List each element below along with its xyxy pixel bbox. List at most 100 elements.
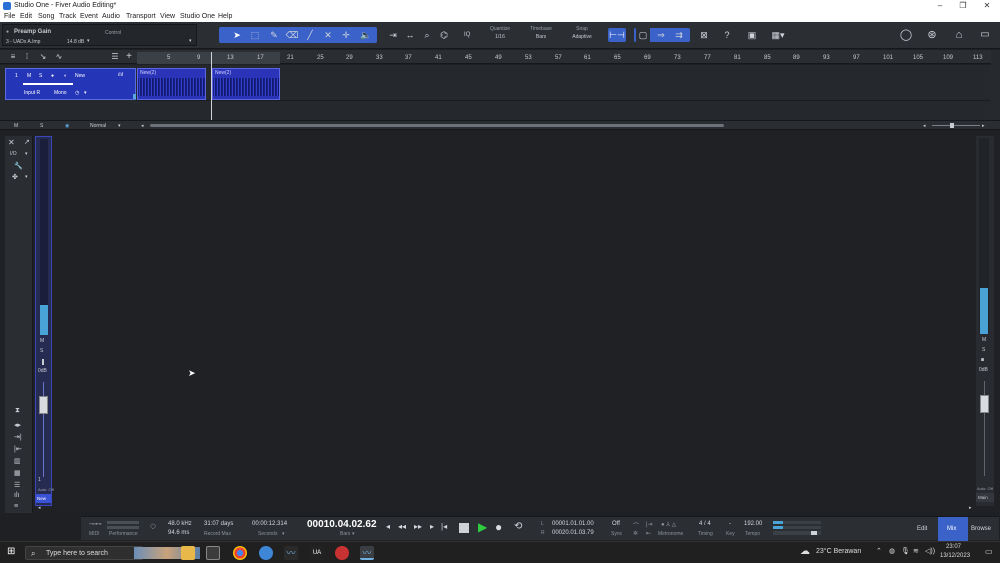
- menu-transport[interactable]: Transport: [126, 13, 156, 20]
- tab-browse[interactable]: Browse: [968, 517, 999, 541]
- add-track-icon[interactable]: +: [122, 50, 136, 64]
- edge-icon[interactable]: [259, 546, 273, 560]
- panel-io-icon[interactable]: ◂▸: [14, 421, 21, 429]
- windows-start-icon[interactable]: ⊞: [7, 546, 15, 557]
- plug-icon[interactable]: ✤: [12, 173, 18, 181]
- grid-settings-icon[interactable]: ▦▾: [767, 28, 789, 42]
- bars-time[interactable]: 00010.04.02.62: [307, 519, 377, 530]
- weather-text[interactable]: 23°C Berawan: [816, 548, 861, 555]
- audio-clip[interactable]: New(2): [137, 68, 206, 100]
- fast-forward-icon[interactable]: ▸▸: [414, 522, 422, 531]
- ua-connect-icon[interactable]: UA: [310, 546, 324, 560]
- help-button[interactable]: ?: [720, 28, 734, 42]
- track-name[interactable]: New: [75, 73, 85, 79]
- metronome-icon[interactable]: ● ⅄ ◬: [661, 521, 676, 528]
- loop-start[interactable]: 00001.01.01.00: [552, 521, 594, 527]
- split-tool-icon[interactable]: ✎: [267, 28, 281, 42]
- menu-audio[interactable]: Audio: [102, 13, 120, 20]
- mode-selector[interactable]: Normal: [90, 123, 106, 129]
- loop-playback-icon[interactable]: ⇉: [672, 28, 686, 42]
- clock-date[interactable]: 13/12/2023: [940, 553, 970, 559]
- follow-icon[interactable]: ⇒: [654, 28, 668, 42]
- zoom-in-icon[interactable]: ▸: [982, 123, 985, 129]
- list-icon[interactable]: ≡: [14, 503, 18, 510]
- chrome-icon[interactable]: [233, 546, 247, 560]
- plug-dropdown-icon[interactable]: ▾: [25, 174, 28, 180]
- console-scroll-right-icon[interactable]: ▸: [969, 505, 972, 511]
- io-dropdown-icon[interactable]: ▾: [25, 151, 28, 157]
- track-mute-button[interactable]: M: [27, 73, 31, 79]
- previous-marker-icon[interactable]: ◂: [386, 522, 390, 531]
- footer-mute-button[interactable]: M: [14, 123, 18, 129]
- studio-one-logo-icon[interactable]: ⊛: [925, 28, 939, 42]
- return-to-zero-icon[interactable]: |◂: [441, 522, 447, 531]
- mute-tool-icon[interactable]: ✕: [321, 28, 335, 42]
- main-name-plate[interactable]: Main: [976, 493, 994, 502]
- menu-event[interactable]: Event: [80, 13, 98, 20]
- user-icon[interactable]: ◯: [899, 28, 913, 42]
- listen-tool-icon[interactable]: 🔈: [359, 28, 373, 42]
- track-options-dropdown-icon[interactable]: ▾: [84, 90, 87, 96]
- menu-edit[interactable]: Edit: [20, 13, 32, 20]
- network-icon[interactable]: ◍: [889, 547, 895, 555]
- autoscroll-icon[interactable]: ⇥: [386, 28, 400, 42]
- timebase-selector[interactable]: Timebase Bars: [522, 26, 560, 44]
- iq-label[interactable]: IQ: [464, 32, 470, 38]
- footer-solo-button[interactable]: S: [40, 123, 43, 129]
- menu-view[interactable]: View: [160, 13, 175, 20]
- menu-song[interactable]: Song: [38, 13, 54, 20]
- pre-roll-icon[interactable]: ⇤: [646, 530, 651, 537]
- main-volume-handle[interactable]: [811, 531, 817, 535]
- bars-dropdown-icon[interactable]: ▾: [352, 531, 355, 537]
- bars-label[interactable]: Bars: [340, 531, 350, 537]
- pan-indicator[interactable]: [42, 359, 44, 365]
- tools-icon[interactable]: 🔧: [14, 162, 23, 170]
- control-dropdown-icon[interactable]: ▾: [189, 38, 192, 44]
- menu-icon[interactable]: ≡: [6, 50, 20, 64]
- wifi-icon[interactable]: ≋: [913, 547, 919, 555]
- track-mode[interactable]: Mono: [54, 90, 67, 96]
- home-icon[interactable]: ⌂: [952, 28, 966, 42]
- track-list-icon[interactable]: ⁞: [20, 50, 34, 64]
- range-tool-icon[interactable]: ⬚: [248, 28, 262, 42]
- zoom-icon[interactable]: ⌕: [420, 28, 434, 42]
- metronome-settings-icon[interactable]: ✲: [633, 530, 638, 537]
- menu-file[interactable]: File: [4, 13, 15, 20]
- arrow-tool-icon[interactable]: ➤: [230, 28, 244, 42]
- zoom-out-icon[interactable]: ◂: [923, 123, 926, 129]
- main-solo-button[interactable]: S: [982, 347, 985, 353]
- sync-value[interactable]: Off: [612, 521, 620, 527]
- main-mute-button[interactable]: M: [982, 337, 986, 343]
- studio-one-taskbar-icon[interactable]: 〰: [284, 546, 298, 560]
- studio-one-active-icon[interactable]: 〰: [360, 546, 374, 560]
- track-input[interactable]: Input R: [24, 90, 40, 96]
- eraser-tool-icon[interactable]: ⌫: [285, 28, 299, 42]
- main-automation[interactable]: Auto: Off: [977, 486, 993, 491]
- track-volume-slider[interactable]: [23, 83, 73, 85]
- mono-icon[interactable]: ◙: [981, 357, 984, 363]
- clock-time[interactable]: 23:07: [946, 544, 961, 550]
- loop-button[interactable]: ⟲: [514, 521, 522, 532]
- menu-help[interactable]: Help: [218, 13, 232, 20]
- main-fader-knob[interactable]: [980, 395, 989, 413]
- play-button[interactable]: ▶: [478, 520, 487, 534]
- menu-track[interactable]: Track: [59, 13, 76, 20]
- input-icon[interactable]: ⇥|: [14, 433, 22, 441]
- timing-value[interactable]: 4 / 4: [699, 521, 711, 527]
- channel-name-plate[interactable]: New: [36, 494, 51, 503]
- seconds-label[interactable]: Seconds: [258, 531, 277, 537]
- close-console-icon[interactable]: ✕: [8, 138, 15, 147]
- main-volume-slider[interactable]: [773, 531, 821, 535]
- notifications-icon[interactable]: ▭: [985, 547, 993, 556]
- track-header[interactable]: 1 M S ● ◐ New ılıl Input R Mono ◷ ▾: [5, 68, 136, 100]
- recorder-icon[interactable]: [335, 546, 349, 560]
- control-link-panel[interactable]: ● Preamp Gain Control 3 - UADx A.Imp 14.…: [2, 24, 197, 46]
- timebase-icon[interactable]: ◷: [75, 90, 79, 96]
- fit-width-icon[interactable]: ↔: [403, 28, 417, 42]
- punch-icon[interactable]: |⇥: [646, 521, 653, 528]
- file-explorer-icon[interactable]: [181, 546, 195, 560]
- inspector-icon[interactable]: ↘: [36, 50, 50, 64]
- console-scroll-left-icon[interactable]: ◂: [38, 505, 41, 511]
- channel-solo-button[interactable]: S: [40, 348, 43, 354]
- bend-tool-icon[interactable]: ✛: [339, 28, 353, 42]
